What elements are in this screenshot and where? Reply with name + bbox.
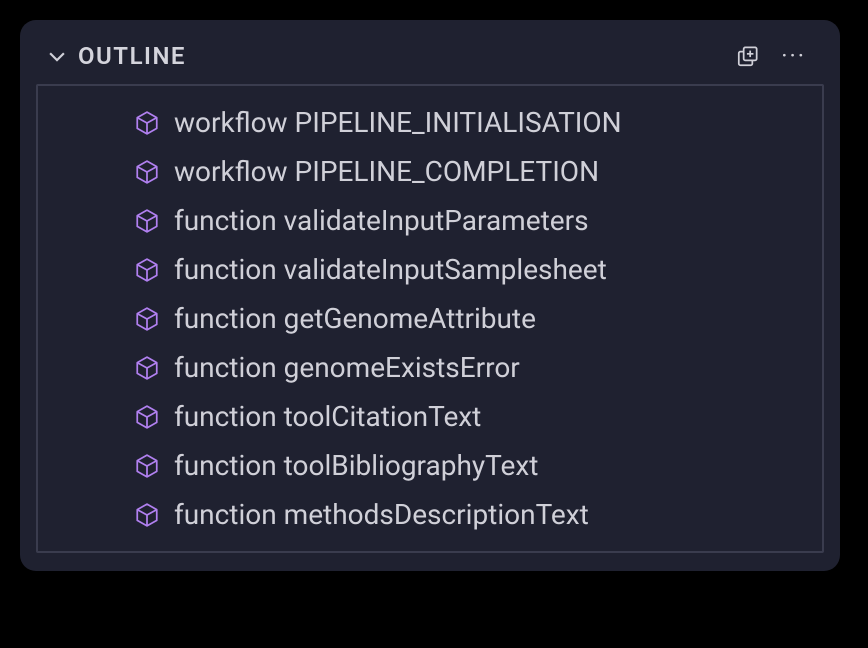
collapse-all-icon[interactable] [735,43,761,69]
module-icon [134,306,160,332]
outline-panel: OUTLINE ··· workflow PIPEL [20,20,840,571]
module-icon [134,404,160,430]
outline-item-label: workflow PIPELINE_COMPLETION [174,155,599,188]
outline-content: workflow PIPELINE_INITIALISATION workflo… [36,84,824,553]
module-icon [134,159,160,185]
outline-item[interactable]: function getGenomeAttribute [38,294,822,343]
chevron-down-icon [46,45,68,67]
outline-item[interactable]: function toolBibliographyText [38,441,822,490]
outline-item-label: function validateInputSamplesheet [174,253,607,286]
outline-item[interactable]: workflow PIPELINE_INITIALISATION [38,98,822,147]
outline-item-label: function validateInputParameters [174,204,589,237]
more-actions-icon[interactable]: ··· [781,44,814,68]
module-icon [134,257,160,283]
module-icon [134,208,160,234]
outline-item[interactable]: function genomeExistsError [38,343,822,392]
module-icon [134,453,160,479]
outline-item[interactable]: function methodsDescriptionText [38,490,822,539]
outline-item[interactable]: workflow PIPELINE_COMPLETION [38,147,822,196]
header-actions: ··· [735,43,814,69]
outline-header[interactable]: OUTLINE ··· [32,34,828,84]
module-icon [134,355,160,381]
outline-title: OUTLINE [78,42,735,70]
outline-item-label: workflow PIPELINE_INITIALISATION [174,106,622,139]
outline-item-label: function toolCitationText [174,400,481,433]
outline-item[interactable]: function toolCitationText [38,392,822,441]
outline-item-label: function methodsDescriptionText [174,498,589,531]
outline-item-label: function getGenomeAttribute [174,302,536,335]
module-icon [134,110,160,136]
outline-item-label: function toolBibliographyText [174,449,538,482]
outline-item[interactable]: function validateInputParameters [38,196,822,245]
outline-item[interactable]: function validateInputSamplesheet [38,245,822,294]
module-icon [134,502,160,528]
outline-item-label: function genomeExistsError [174,351,520,384]
